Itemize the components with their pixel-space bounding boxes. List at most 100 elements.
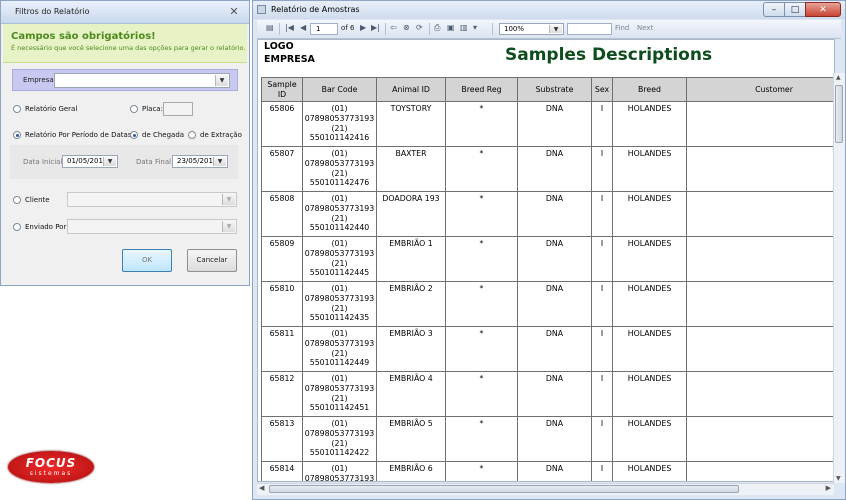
breed-cell: HOLANDES [612,461,687,481]
column-header: Substrate [517,77,592,102]
print-icon[interactable]: ⎙ [434,23,440,33]
ok-button[interactable]: OK [122,249,172,272]
sex-cell: I [591,191,613,237]
scroll-left-icon[interactable]: ◀ [259,484,264,492]
filter-dialog-titlebar[interactable]: Filtros do Relatório ✕ [1,1,249,24]
export-icon[interactable]: ▾ [473,23,477,32]
chevron-down-icon[interactable]: ▼ [222,194,235,205]
data-final-value: 23/05/2013 [177,157,218,165]
data-final-picker[interactable]: 23/05/2013 ▼ [172,155,228,168]
scroll-down-icon[interactable]: ▼ [836,475,841,482]
data-inicial-picker[interactable]: 01/05/2011 ▼ [62,155,118,168]
radio-enviado-por[interactable] [13,223,21,231]
print-layout-icon[interactable]: ▣ [447,23,455,32]
bar-code-cell: (01) 07898053773193 (21) 550101142416 [302,101,377,147]
animal-id-cell: EMBRIÃO 6 [376,461,446,481]
vertical-scrollbar[interactable]: ▲ ▼ [833,73,845,483]
substrate-cell: DNA [517,101,592,147]
first-page-icon[interactable]: |◀ [285,23,294,32]
report-toolbar: ▤ |◀ ◀ 1 of 6 ▶ ▶| ⇦ ⊗ ⟳ ⎙ ▣ ▥ ▾ 100% ▼ … [257,20,841,39]
minimize-icon[interactable]: – [763,2,785,17]
find-link[interactable]: Find [615,24,629,32]
required-warning: Campos são obrigatórios! É necessário qu… [3,24,247,63]
animal-id-cell: TOYSTORY [376,101,446,147]
sample-id-cell: 65806 [261,101,303,147]
find-input[interactable] [567,23,612,35]
close-icon[interactable]: ✕ [224,4,244,19]
company-logo-placeholder: LOGO EMPRESA [264,40,315,66]
empresa-label: Empresa [23,76,54,84]
refresh-icon[interactable]: ⟳ [416,23,423,32]
animal-id-cell: EMBRIÃO 1 [376,236,446,282]
chevron-down-icon[interactable]: ▼ [222,221,235,232]
breed-cell: HOLANDES [612,236,687,282]
previous-page-icon[interactable]: ◀ [300,23,306,32]
chevron-down-icon[interactable]: ▼ [213,157,226,166]
radio-relatorio-geral[interactable] [13,105,21,113]
periodo-label: Relatório Por Período de Datas [25,131,132,139]
chevron-down-icon[interactable]: ▼ [103,157,116,166]
empresa-select[interactable]: ▼ [54,73,230,88]
report-heading: Samples Descriptions [505,45,713,65]
filter-dialog-title: Filtros do Relatório [15,7,90,16]
samples-table: Sample ID Bar Code Animal ID Breed Reg S… [261,77,834,481]
chevron-down-icon[interactable]: ▼ [215,75,228,86]
document-map-icon[interactable]: ▤ [266,23,274,32]
last-page-icon[interactable]: ▶| [371,23,380,32]
maximize-icon[interactable]: □ [784,2,806,17]
substrate-cell: DNA [517,146,592,192]
bar-code-cell: (01) 07898053773193 (21) 550101142451 [302,371,377,417]
chevron-down-icon[interactable]: ▼ [549,25,562,33]
breed-cell: HOLANDES [612,146,687,192]
scroll-up-icon[interactable]: ▲ [836,74,841,81]
substrate-cell: DNA [517,236,592,282]
cancel-button[interactable]: Cancelar [187,249,237,272]
radio-de-chegada[interactable] [130,131,138,139]
close-icon[interactable]: ✕ [805,2,841,17]
enviado-por-select[interactable]: ▼ [67,219,237,234]
customer-cell [686,191,834,237]
substrate-cell: DNA [517,416,592,462]
toolbar-separator [385,23,386,35]
vertical-scroll-thumb[interactable] [835,85,843,143]
breed-reg-cell: * [445,461,518,481]
placa-input[interactable] [163,102,193,116]
next-page-icon[interactable]: ▶ [360,23,366,32]
sample-id-cell: 65807 [261,146,303,192]
column-header: Breed Reg [445,77,518,102]
radio-placa[interactable] [130,105,138,113]
column-header: Sex [591,77,613,102]
animal-id-cell: EMBRIÃO 2 [376,281,446,327]
breed-reg-cell: * [445,191,518,237]
page-number-input[interactable]: 1 [310,23,338,35]
report-window: Relatório de Amostras – □ ✕ ▤ |◀ ◀ 1 of … [252,0,846,500]
scroll-right-icon[interactable]: ▶ [826,484,831,492]
app-icon [257,5,266,14]
customer-cell [686,236,834,282]
zoom-select[interactable]: 100% ▼ [499,23,564,35]
substrate-cell: DNA [517,326,592,372]
page-setup-icon[interactable]: ▥ [460,23,468,32]
animal-id-cell: EMBRIÃO 5 [376,416,446,462]
cliente-select[interactable]: ▼ [67,192,237,207]
table-row: 65813 (01) 07898053773193 (21) 550101142422 E… [261,416,834,462]
placa-label: Placa: [142,105,163,113]
radio-cliente[interactable] [13,196,21,204]
column-header: Breed [612,77,687,102]
report-page: LOGO EMPRESA Samples Descriptions Sample… [257,39,835,482]
radio-periodo-datas[interactable] [13,131,21,139]
radio-de-extracao[interactable] [188,131,196,139]
report-titlebar[interactable]: Relatório de Amostras – □ ✕ [253,1,845,19]
substrate-cell: DNA [517,461,592,481]
stop-icon[interactable]: ⊗ [403,23,410,32]
breed-cell: HOLANDES [612,416,687,462]
back-icon[interactable]: ⇦ [390,23,397,32]
bar-code-cell: (01) 07898053773193 (21) 550101142440 [302,191,377,237]
sex-cell: I [591,146,613,192]
sex-cell: I [591,101,613,147]
next-link[interactable]: Next [637,24,653,32]
logo-text-focus: FOCUS [25,456,77,470]
animal-id-cell: EMBRIÃO 3 [376,326,446,372]
horizontal-scrollbar[interactable]: ◀ ▶ [257,483,834,495]
horizontal-scroll-thumb[interactable] [269,485,739,493]
